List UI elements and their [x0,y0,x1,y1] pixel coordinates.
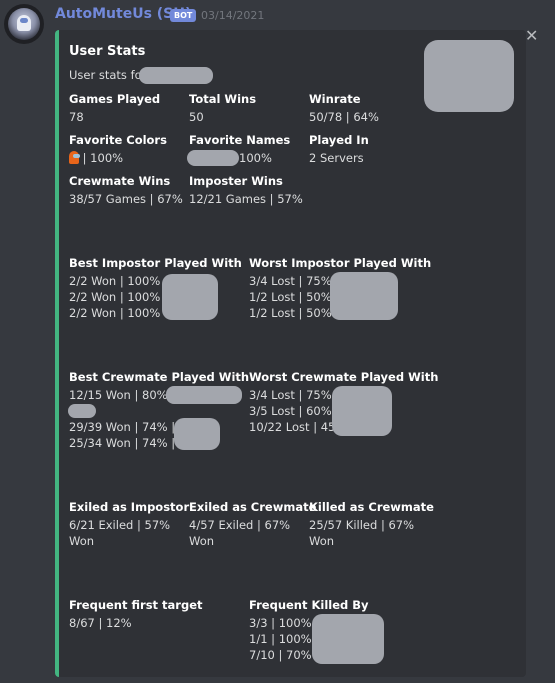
best-crewmate-line: 25/34 Won | 74% | [69,436,176,450]
field-games-played-value: 78 [69,110,84,124]
field-games-played-name: Games Played [69,92,161,106]
crewmate-orange-icon [69,151,80,164]
redacted-username [139,67,213,84]
redacted-favorite-name [187,150,239,166]
worst-crewmate-line: 3/4 Lost | 75% [249,388,332,402]
field-imposter-wins-name: Imposter Wins [189,174,283,188]
killed-crewmate-value: Won [309,534,335,548]
timestamp: 03/14/2021 [201,9,265,22]
redacted-best-crewmates [174,418,220,450]
field-worst-crewmate-name: Worst Crewmate Played With [249,370,439,384]
field-favorite-colors-name: Favorite Colors [69,133,167,147]
field-favorite-names-value: 100% [239,151,272,165]
field-frequent-first-target-value: 8/67 | 12% [69,616,132,630]
best-crewmate-line: 29/39 Won | 74% | [69,420,176,434]
field-total-wins-value: 50 [189,110,204,124]
field-favorite-names-name: Favorite Names [189,133,291,147]
favorite-colors-text: | 100% [82,151,124,165]
field-crewmate-wins-value: 38/57 Games | 67% [69,192,183,206]
redacted-best-impostors [162,274,218,320]
frequent-killed-by-line: 3/3 | 100% [249,616,312,630]
field-winrate-value: 50/78 | 64% [309,110,379,124]
embed-title: User Stats [69,44,146,59]
worst-impostor-line: 3/4 Lost | 75% [249,274,332,288]
bot-tag: BOT [170,9,197,22]
exiled-crewmate-value: Won [189,534,215,548]
close-icon[interactable]: ✕ [525,26,538,45]
field-exiled-crewmate-name: Exiled as Crewmate [189,500,317,514]
exiled-impostor-value: Won [69,534,95,548]
field-best-crewmate-name: Best Crewmate Played With [69,370,250,384]
stats-embed [55,30,526,677]
bot-avatar[interactable] [4,4,44,44]
redacted-best-crewmate [166,386,242,404]
redacted-thumbnail [424,40,514,112]
redacted-frequent-killers [312,614,384,664]
best-impostor-line: 2/2 Won | 100% [69,306,161,320]
best-crewmate-line: 12/15 Won | 80% [69,388,168,402]
redacted-worst-crewmates [332,386,392,436]
best-impostor-line: 2/2 Won | 100% [69,274,161,288]
worst-crewmate-line: 3/5 Lost | 60% [249,404,332,418]
frequent-killed-by-line: 7/10 | 70% [249,648,312,662]
embed-description: User stats for [69,68,147,82]
field-total-wins-name: Total Wins [189,92,257,106]
exiled-crewmate-value: 4/57 Exiled | 67% [189,518,291,532]
field-imposter-wins-value: 12/21 Games | 57% [189,192,303,206]
redacted-best-crewmate [68,404,96,418]
killed-crewmate-value: 25/57 Killed | 67% [309,518,415,532]
field-exiled-impostor-name: Exiled as Impostor [69,500,190,514]
field-crewmate-wins-name: Crewmate Wins [69,174,171,188]
field-worst-impostor-name: Worst Impostor Played With [249,256,432,270]
redacted-worst-impostors [330,272,398,320]
avatar-visor [20,18,28,23]
field-best-impostor-name: Best Impostor Played With [69,256,242,270]
field-played-in-value: 2 Servers [309,151,364,165]
best-impostor-line: 2/2 Won | 100% [69,290,161,304]
field-frequent-first-target-name: Frequent first target [69,598,203,612]
field-favorite-colors-value: | 100% [69,150,123,166]
field-frequent-killed-by-name: Frequent Killed By [249,598,369,612]
worst-impostor-line: 1/2 Lost | 50% [249,290,332,304]
field-played-in-name: Played In [309,133,369,147]
exiled-impostor-value: 6/21 Exiled | 57% [69,518,171,532]
frequent-killed-by-line: 1/1 | 100% [249,632,312,646]
field-killed-crewmate-name: Killed as Crewmate [309,500,434,514]
worst-impostor-line: 1/2 Lost | 50% [249,306,332,320]
field-winrate-name: Winrate [309,92,361,106]
